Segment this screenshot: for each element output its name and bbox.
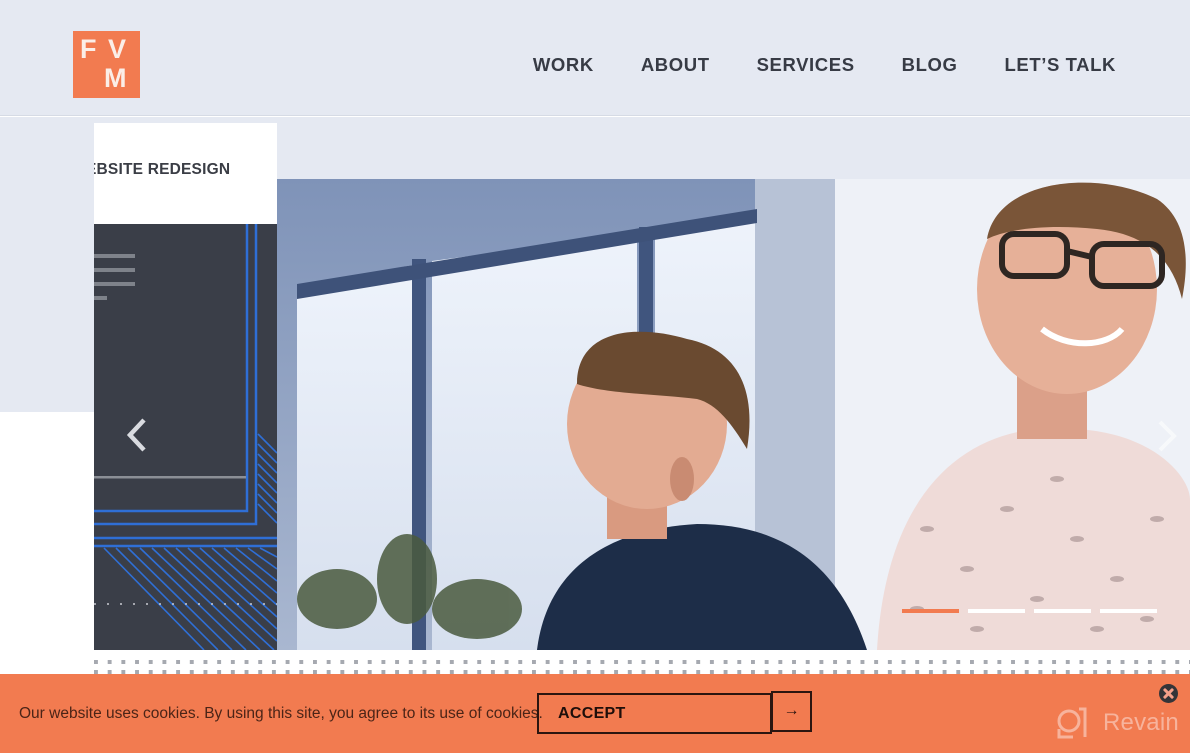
fvm-logo[interactable]: F V M	[73, 31, 140, 98]
hamburger-line	[94, 282, 135, 286]
grey-rule	[94, 476, 246, 479]
hatch-bottom	[103, 547, 277, 650]
nav-services[interactable]: SERVICES	[757, 54, 855, 76]
pagination-dot-3[interactable]	[1034, 609, 1091, 613]
cookie-banner: Our website uses cookies. By using this …	[0, 674, 1190, 753]
dot-row	[94, 660, 1190, 664]
prev-slide-title: EBSITE REDESIGN	[94, 161, 231, 178]
chevron-right-icon	[1158, 420, 1177, 452]
hatch-right	[257, 433, 277, 524]
slider-prev-button[interactable]	[120, 414, 156, 456]
main-nav: WORK ABOUT SERVICES BLOG LET’S TALK	[486, 54, 1116, 76]
accept-cookies-button[interactable]: ACCEPT	[537, 693, 772, 734]
office-photo-illustration	[277, 179, 1190, 650]
pagination-dot-1[interactable]	[902, 609, 959, 613]
chevron-left-icon	[126, 418, 146, 452]
accept-label: ACCEPT	[558, 705, 626, 722]
logo-letter-f: F	[80, 34, 97, 64]
pagination-dot-2[interactable]	[968, 609, 1025, 613]
perforated-divider	[94, 650, 1190, 675]
nav-about[interactable]: ABOUT	[641, 54, 710, 76]
logo-letter-v: V	[108, 34, 127, 64]
prev-slide-title-card[interactable]: EBSITE REDESIGN	[94, 123, 277, 224]
hamburger-line	[94, 296, 107, 300]
close-icon[interactable]	[1159, 684, 1178, 703]
nav-blog[interactable]: BLOG	[902, 54, 958, 76]
revain-logo-icon	[1057, 707, 1087, 739]
nav-work[interactable]: WORK	[533, 54, 594, 76]
arrow-right-icon[interactable]: →	[771, 691, 812, 732]
pagination-dot-4[interactable]	[1100, 609, 1157, 613]
hamburger-line	[94, 254, 135, 258]
revain-label: Revain	[1103, 709, 1179, 736]
site-header: F V M WORK ABOUT SERVICES BLOG LET’S TAL…	[0, 0, 1190, 116]
hero-photo	[277, 179, 1190, 650]
cookie-message: Our website uses cookies. By using this …	[19, 705, 543, 722]
nav-lets-talk[interactable]: LET’S TALK	[1004, 54, 1116, 76]
hamburger-line	[94, 268, 135, 272]
slider-next-button[interactable]	[1152, 416, 1182, 456]
frame-line	[94, 224, 249, 513]
slider-pagination	[902, 609, 1157, 613]
page: F V M WORK ABOUT SERVICES BLOG LET’S TAL…	[0, 0, 1190, 753]
logo-letter-m: M	[104, 63, 127, 93]
revain-watermark: Revain	[1055, 707, 1179, 739]
